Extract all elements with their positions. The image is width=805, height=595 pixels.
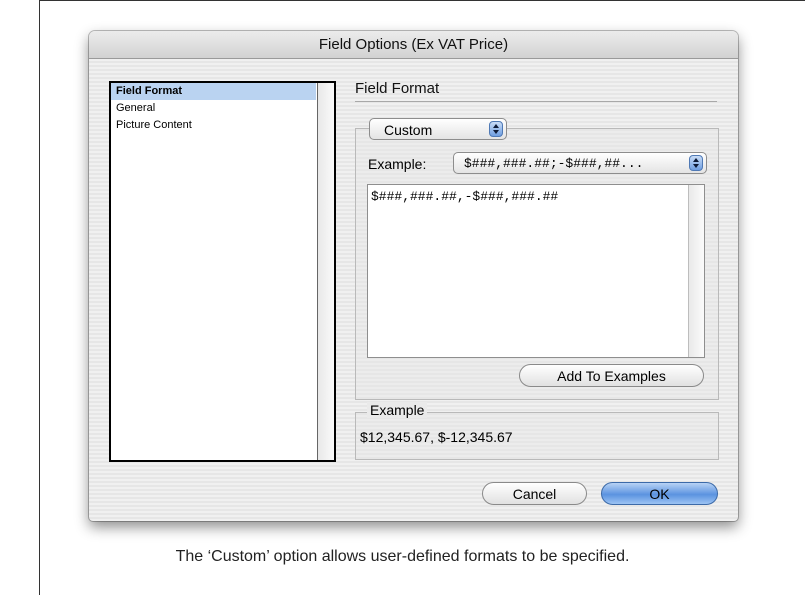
format-text-value: $###,###.##,-$###,###.## bbox=[371, 189, 559, 204]
frame-top-border bbox=[39, 0, 805, 1]
format-text-area[interactable]: $###,###.##,-$###,###.## bbox=[367, 184, 705, 358]
example-popup[interactable]: $###,###.##;-$###,##... bbox=[453, 152, 707, 174]
section-title: Field Format bbox=[355, 79, 717, 102]
format-type-popup[interactable]: Custom bbox=[369, 118, 507, 140]
popup-arrows-icon bbox=[489, 121, 503, 137]
frame-left-border bbox=[39, 0, 40, 595]
category-items: Field Format General Picture Content bbox=[111, 83, 316, 460]
category-item-picture-content[interactable]: Picture Content bbox=[111, 117, 316, 134]
example-preview-value: $12,345.67, $-12,345.67 bbox=[360, 429, 513, 445]
category-list[interactable]: Field Format General Picture Content bbox=[109, 81, 336, 462]
add-to-examples-button[interactable]: Add To Examples bbox=[519, 364, 704, 387]
figure-caption: The ‘Custom’ option allows user-defined … bbox=[175, 548, 630, 565]
popup-arrows-icon bbox=[689, 155, 703, 171]
category-item-field-format[interactable]: Field Format bbox=[111, 83, 316, 100]
example-preview-legend: Example bbox=[367, 402, 428, 418]
cancel-button[interactable]: Cancel bbox=[482, 482, 587, 505]
example-label: Example: bbox=[368, 156, 427, 172]
field-options-dialog: Field Options (Ex VAT Price) Field Forma… bbox=[89, 31, 738, 521]
dialog-title: Field Options (Ex VAT Price) bbox=[89, 31, 738, 59]
example-popup-value: $###,###.##;-$###,##... bbox=[464, 156, 644, 171]
category-scrollbar[interactable] bbox=[317, 83, 334, 460]
format-text-scrollbar[interactable] bbox=[688, 185, 704, 357]
category-item-general[interactable]: General bbox=[111, 100, 316, 117]
ok-button[interactable]: OK bbox=[601, 482, 718, 505]
frame-bottom-tick bbox=[39, 565, 40, 595]
format-type-value: Custom bbox=[384, 122, 433, 138]
